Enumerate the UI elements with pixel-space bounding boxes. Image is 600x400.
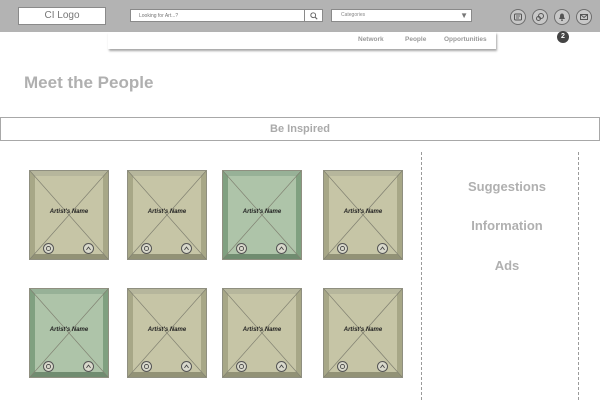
artist-name: Artist's Name <box>242 209 282 215</box>
like-icon <box>339 245 346 252</box>
settings-button[interactable] <box>510 9 526 25</box>
artist-card[interactable]: Artist's Name <box>323 170 403 260</box>
artist-name: Artist's Name <box>147 209 187 215</box>
image-placeholder <box>30 171 108 259</box>
search-button[interactable] <box>304 10 322 21</box>
share-icon <box>279 246 284 251</box>
like-button[interactable] <box>43 361 54 372</box>
nav-item-network[interactable]: Network <box>358 36 384 43</box>
like-button[interactable] <box>337 243 348 254</box>
like-button[interactable] <box>337 361 348 372</box>
settings-icon <box>514 13 522 21</box>
sidebar-item-ads[interactable]: Ads <box>432 258 582 273</box>
sidebar-item-suggestions[interactable]: Suggestions <box>432 179 582 194</box>
logo[interactable]: CI Logo <box>18 7 106 25</box>
category-select-value: Categories <box>341 12 366 18</box>
artist-name: Artist's Name <box>343 209 383 215</box>
share-icon <box>86 246 91 251</box>
image-placeholder <box>223 171 301 259</box>
like-icon <box>143 363 150 370</box>
artist-card[interactable]: Artist's Name <box>29 288 109 378</box>
notifications-button[interactable] <box>554 9 570 25</box>
share-icon <box>184 246 189 251</box>
bell-icon <box>559 13 565 22</box>
sidebar-divider-left <box>421 152 422 400</box>
messages-button[interactable] <box>576 9 592 25</box>
message-icon <box>580 14 588 20</box>
artist-card[interactable]: Artist's Name <box>29 170 109 260</box>
network-icon <box>536 13 544 21</box>
like-button[interactable] <box>236 243 247 254</box>
like-icon <box>238 245 245 252</box>
share-icon <box>380 246 385 251</box>
share-icon <box>86 364 91 369</box>
artist-card[interactable]: Artist's Name <box>127 170 207 260</box>
artist-name: Artist's Name <box>147 327 187 333</box>
page-title: Meet the People <box>24 73 154 92</box>
artist-card[interactable]: Artist's Name <box>323 288 403 378</box>
artist-card[interactable]: Artist's Name <box>222 170 302 260</box>
inspiration-banner: Be Inspired <box>0 117 600 141</box>
artist-name: Artist's Name <box>343 327 383 333</box>
artist-card[interactable]: Artist's Name <box>222 288 302 378</box>
share-button[interactable] <box>181 361 192 372</box>
artist-name: Artist's Name <box>242 327 282 333</box>
like-button[interactable] <box>43 243 54 254</box>
share-icon <box>380 364 385 369</box>
like-button[interactable] <box>141 243 152 254</box>
image-placeholder <box>223 289 301 377</box>
like-button[interactable] <box>141 361 152 372</box>
nav-dropdown: Network People Opportunities <box>108 32 496 49</box>
image-placeholder <box>128 171 206 259</box>
sidebar-item-information[interactable]: Information <box>432 218 582 233</box>
nav-item-opportunities[interactable]: Opportunities <box>444 36 487 43</box>
like-icon <box>238 363 245 370</box>
like-button[interactable] <box>236 361 247 372</box>
share-button[interactable] <box>83 243 94 254</box>
share-button[interactable] <box>83 361 94 372</box>
chevron-down-icon: ▼ <box>460 11 468 20</box>
like-icon <box>143 245 150 252</box>
like-icon <box>45 363 52 370</box>
nav-item-people[interactable]: People <box>405 36 426 43</box>
like-icon <box>339 363 346 370</box>
like-icon <box>45 245 52 252</box>
top-bar: CI Logo Categories ▼ <box>0 0 600 32</box>
share-button[interactable] <box>377 361 388 372</box>
artist-name: Artist's Name <box>49 327 89 333</box>
share-button[interactable] <box>276 243 287 254</box>
search-box <box>130 9 323 22</box>
image-placeholder <box>128 289 206 377</box>
share-button[interactable] <box>276 361 287 372</box>
share-icon <box>184 364 189 369</box>
search-icon <box>309 11 318 20</box>
category-select[interactable]: Categories ▼ <box>331 9 472 22</box>
artist-name: Artist's Name <box>49 209 89 215</box>
network-button[interactable] <box>532 9 548 25</box>
share-icon <box>279 364 284 369</box>
artist-card[interactable]: Artist's Name <box>127 288 207 378</box>
image-placeholder <box>324 289 402 377</box>
search-input[interactable] <box>131 10 303 21</box>
image-placeholder <box>30 289 108 377</box>
share-button[interactable] <box>377 243 388 254</box>
share-button[interactable] <box>181 243 192 254</box>
image-placeholder <box>324 171 402 259</box>
notification-count-badge: 2 <box>557 31 569 43</box>
